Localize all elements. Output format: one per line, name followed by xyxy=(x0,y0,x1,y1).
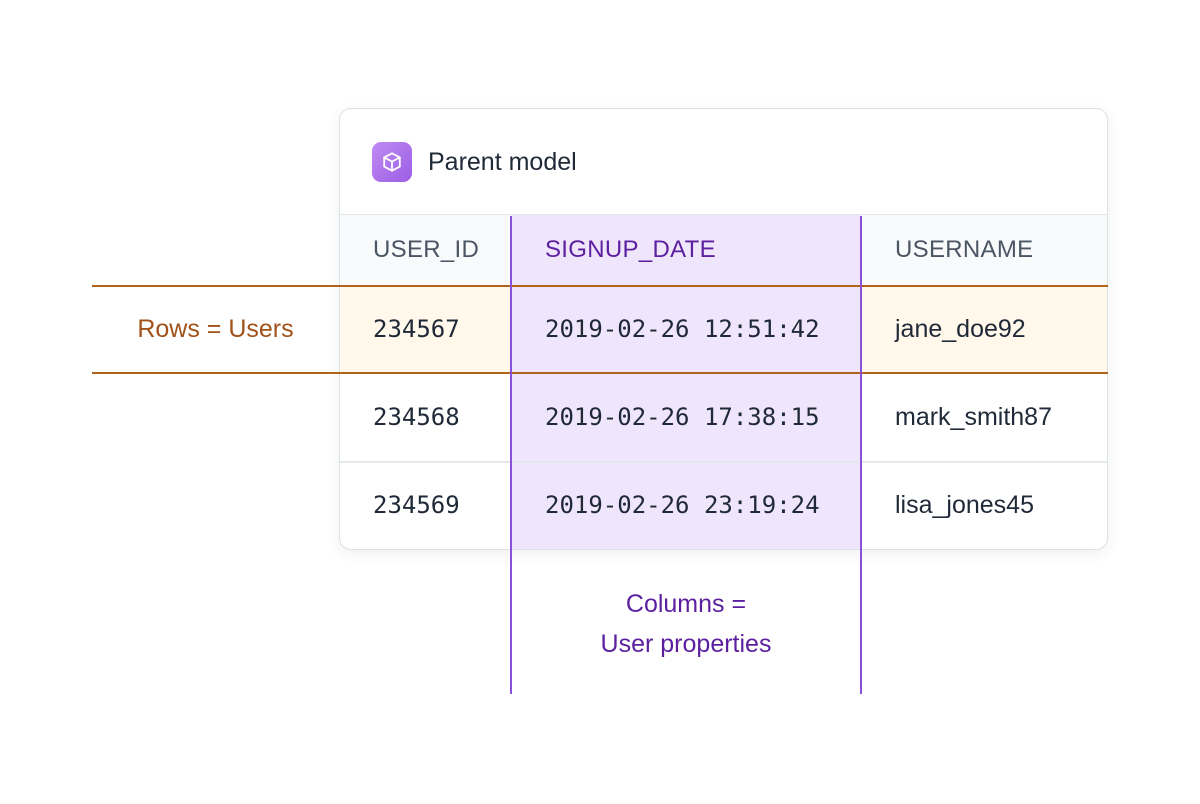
card-title: Parent model xyxy=(428,148,577,176)
cube-icon xyxy=(372,142,412,182)
columns-annotation: Columns = User properties xyxy=(511,584,861,664)
table-cell: lisa_jones45 xyxy=(895,490,1034,519)
table-cell: 2019-02-26 12:51:42 xyxy=(511,285,861,373)
row-highlight-bottom-line xyxy=(92,372,1108,374)
card-header: Parent model xyxy=(340,109,1107,215)
columns-annotation-line-2: User properties xyxy=(600,630,772,658)
column-signup-date: SIGNUP_DATE 2019-02-26 12:51:42 2019-02-… xyxy=(511,215,861,549)
table-cell: 2019-02-26 17:38:15 xyxy=(511,373,861,461)
row-divider xyxy=(340,461,1107,463)
column-username: USERNAME jane_doe92 mark_smith87 lisa_jo… xyxy=(861,215,1107,549)
column-user-id: USER_ID 234567 234568 234569 xyxy=(340,215,511,549)
table-cell: mark_smith87 xyxy=(895,402,1052,431)
column-header: USERNAME xyxy=(861,215,1107,285)
table-cell: 234567 xyxy=(373,315,460,343)
parent-model-card: Parent model USER_ID 234567 234568 23456… xyxy=(339,108,1108,550)
column-header: USER_ID xyxy=(340,215,511,285)
table-cell: 234569 xyxy=(373,491,460,519)
data-table: USER_ID 234567 234568 234569 SIGNUP_DATE… xyxy=(340,215,1107,549)
table-cell: 234568 xyxy=(373,403,460,431)
columns-annotation-line-1: Columns = xyxy=(625,590,747,618)
column-header: SIGNUP_DATE xyxy=(511,215,861,285)
table-cell: 2019-02-26 23:19:24 xyxy=(511,461,861,549)
rows-annotation: Rows = Users xyxy=(137,314,294,343)
table-cell: jane_doe92 xyxy=(861,285,1107,373)
